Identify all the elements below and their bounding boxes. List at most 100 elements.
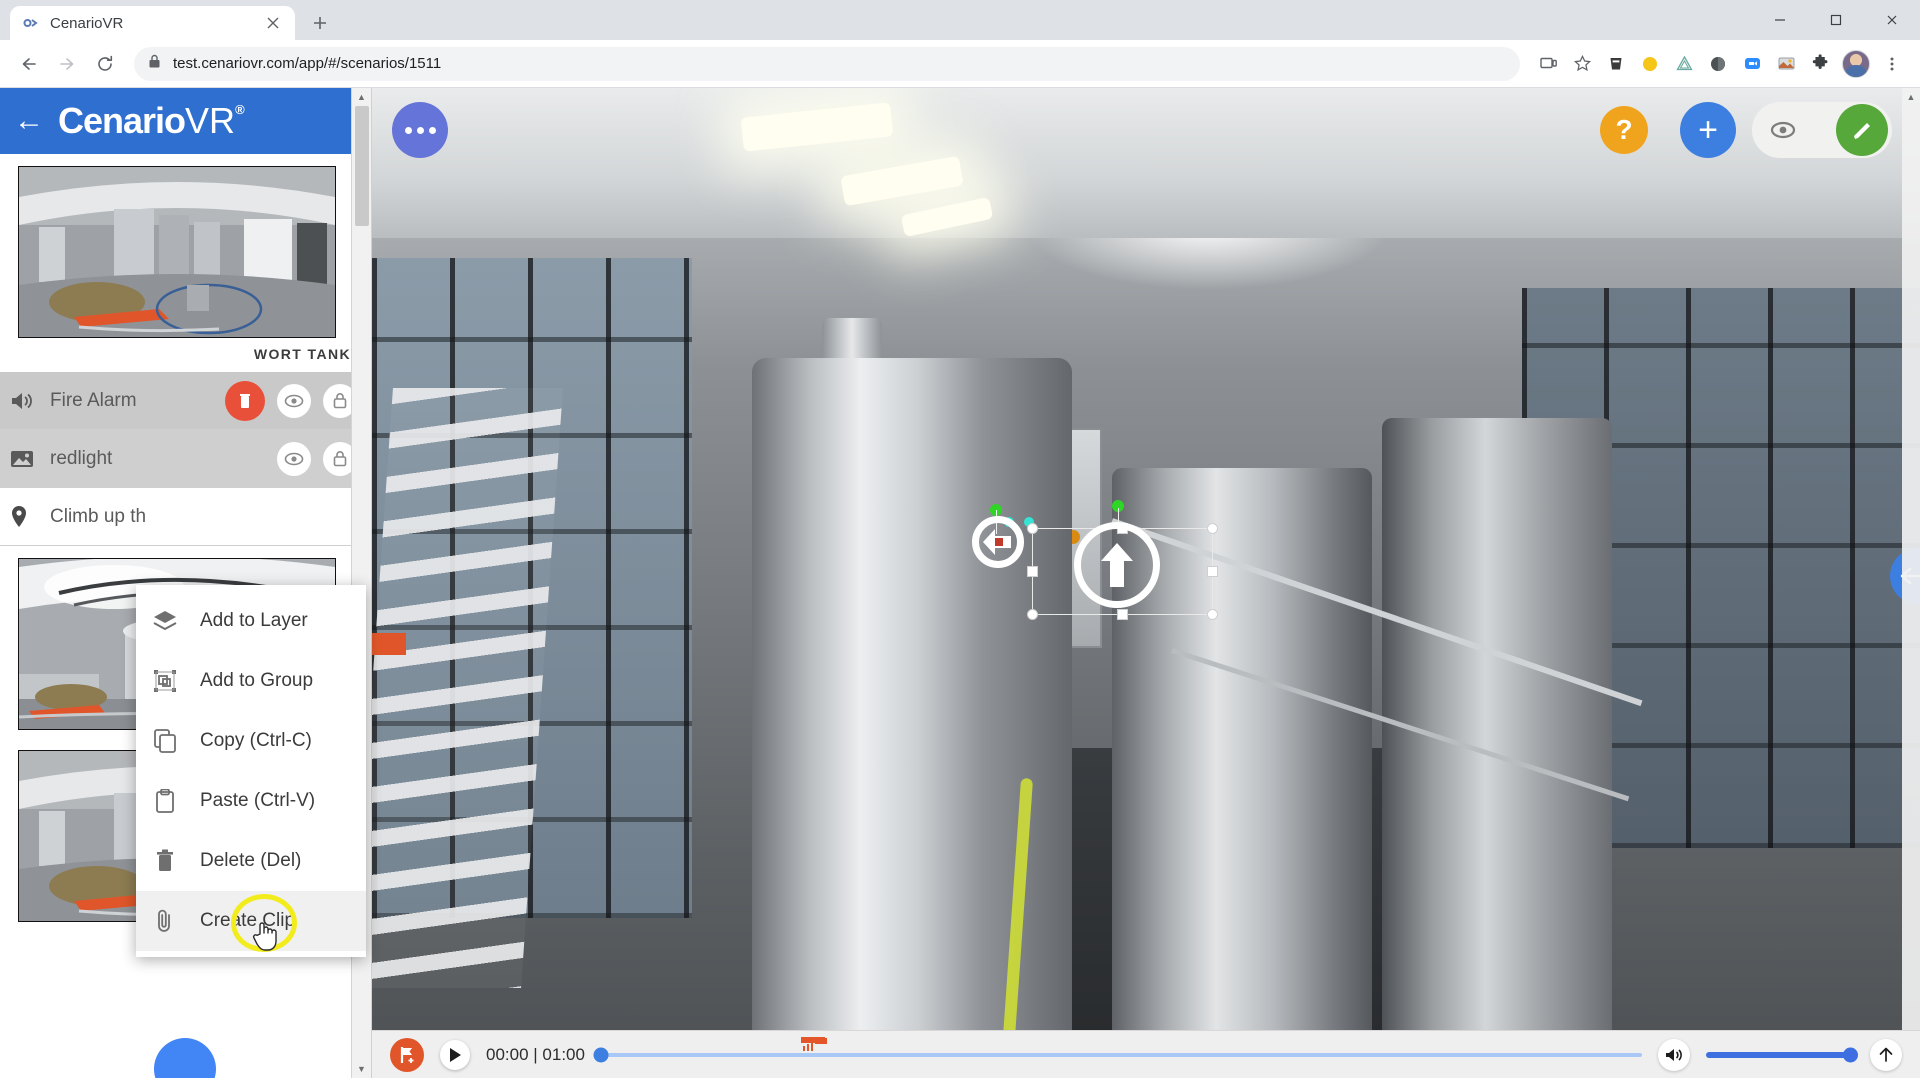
layer-row-redlight[interactable]: redlight bbox=[0, 430, 371, 488]
resize-handle-e[interactable] bbox=[1207, 566, 1218, 577]
tabstrip: CenarioVR bbox=[0, 6, 1752, 40]
volume-button[interactable] bbox=[1658, 1038, 1690, 1071]
cast-icon[interactable] bbox=[1532, 48, 1564, 80]
more-options-button[interactable] bbox=[392, 102, 448, 158]
bitwarden-icon[interactable] bbox=[1702, 48, 1734, 80]
browser-tab-title: CenarioVR bbox=[50, 14, 124, 32]
context-menu-label: Delete (Del) bbox=[200, 850, 302, 871]
photo-tank-main bbox=[752, 358, 1072, 1058]
layer-name-climb-up: Climb up th bbox=[50, 505, 147, 527]
context-menu-label: Add to Layer bbox=[200, 610, 308, 631]
context-menu-item-add-to-group[interactable]: Add to Group bbox=[136, 651, 366, 711]
new-tab-button[interactable] bbox=[303, 6, 337, 40]
more-dot bbox=[404, 126, 412, 134]
context-menu-item-delete[interactable]: Delete (Del) bbox=[136, 831, 366, 891]
window-maximize-icon[interactable] bbox=[1808, 0, 1864, 40]
brand-name-secondary: VR bbox=[185, 100, 236, 141]
context-menu-label: Copy (Ctrl-C) bbox=[200, 730, 312, 751]
extensions-puzzle-icon[interactable] bbox=[1804, 48, 1836, 80]
layer-row-actions-redlight bbox=[277, 441, 357, 476]
browser-titlebar: CenarioVR bbox=[0, 0, 1920, 40]
context-menu-label: Add to Group bbox=[200, 670, 314, 691]
location-pin-icon bbox=[10, 505, 36, 529]
tab-close-icon[interactable] bbox=[263, 13, 283, 33]
window-close-icon[interactable] bbox=[1864, 0, 1920, 40]
volume-slider-knob[interactable] bbox=[1843, 1047, 1858, 1062]
context-menu-item-add-to-layer[interactable]: Add to Layer bbox=[136, 591, 366, 651]
zoom-icon[interactable] bbox=[1736, 48, 1768, 80]
timeline-player-bar[interactable]: 00:00 | 01:00 bbox=[372, 1030, 1920, 1078]
paperclip-icon bbox=[152, 908, 178, 934]
volume-slider-track[interactable] bbox=[1706, 1047, 1858, 1062]
arrow-up-circle-icon[interactable] bbox=[1074, 522, 1160, 608]
browser-toolbar-icons bbox=[1532, 48, 1908, 80]
layer-visibility-eye-icon[interactable] bbox=[277, 383, 311, 418]
reload-icon[interactable] bbox=[88, 47, 122, 81]
resize-handle-se[interactable] bbox=[1207, 609, 1218, 620]
context-menu-item-copy[interactable]: Copy (Ctrl-C) bbox=[136, 711, 366, 771]
resize-handle-sw[interactable] bbox=[1027, 609, 1038, 620]
layer-row-climb-up[interactable]: Climb up th bbox=[0, 488, 371, 546]
expand-panel-button[interactable] bbox=[1870, 1038, 1902, 1071]
layer-row-fire-alarm[interactable]: Fire Alarm bbox=[0, 372, 371, 430]
clipboard-icon bbox=[152, 789, 178, 813]
profile-avatar[interactable] bbox=[1842, 49, 1870, 78]
more-dot bbox=[416, 126, 424, 134]
browser-tab[interactable]: CenarioVR bbox=[10, 6, 295, 40]
group-icon bbox=[152, 669, 178, 693]
time-display: 00:00 | 01:00 bbox=[486, 1044, 585, 1064]
stage-scroll-up-arrow[interactable]: ▲ bbox=[1907, 92, 1916, 102]
mouse-hand-cursor bbox=[252, 920, 278, 957]
lastpass-icon[interactable] bbox=[1600, 48, 1632, 80]
add-marker-flag-button[interactable] bbox=[390, 1037, 424, 1072]
omnibox-url-text: test.cenariovr.com/app/#/scenarios/1511 bbox=[173, 55, 442, 72]
arrow-left-circle-icon[interactable] bbox=[972, 516, 1024, 568]
preview-edit-toggle[interactable] bbox=[1752, 102, 1892, 158]
back-arrow-icon[interactable] bbox=[12, 47, 46, 81]
copy-icon bbox=[152, 729, 178, 753]
preview-mode-eye-icon[interactable] bbox=[1756, 121, 1810, 139]
lock-icon bbox=[148, 54, 161, 74]
browser-toolbar: test.cenariovr.com/app/#/scenarios/1511 bbox=[0, 40, 1920, 88]
timeline-progress-track[interactable] bbox=[593, 1036, 1642, 1062]
app-back-arrow-icon[interactable]: ← bbox=[14, 106, 44, 136]
layer-delete-button[interactable] bbox=[225, 380, 265, 421]
vr-scene-stage[interactable]: ? + ▲ ▼ bbox=[372, 88, 1920, 1078]
resize-handle-s[interactable] bbox=[1117, 609, 1128, 620]
context-menu-item-paste[interactable]: Paste (Ctrl-V) bbox=[136, 771, 366, 831]
resize-handle-nw[interactable] bbox=[1027, 523, 1038, 534]
cenariovr-favicon-icon bbox=[22, 14, 40, 32]
scroll-up-arrow-icon[interactable]: ▲ bbox=[357, 88, 366, 106]
help-button[interactable]: ? bbox=[1600, 106, 1648, 154]
grammarly-icon[interactable] bbox=[1668, 48, 1700, 80]
chrome-menu-icon[interactable] bbox=[1876, 48, 1908, 80]
layer-name-redlight: redlight bbox=[50, 447, 113, 469]
bookmark-star-icon[interactable] bbox=[1566, 48, 1598, 80]
layer-visibility-eye-icon[interactable] bbox=[277, 441, 311, 476]
scroll-down-arrow-icon[interactable]: ▼ bbox=[357, 1060, 366, 1078]
edit-mode-pencil-icon[interactable] bbox=[1836, 104, 1888, 156]
resize-handle-ne[interactable] bbox=[1207, 523, 1218, 534]
screenshot-icon[interactable] bbox=[1770, 48, 1802, 80]
omnibox[interactable]: test.cenariovr.com/app/#/scenarios/1511 bbox=[134, 46, 1520, 81]
layer-row-actions bbox=[225, 380, 357, 421]
window-controls bbox=[1752, 0, 1920, 40]
add-object-button[interactable]: + bbox=[1680, 102, 1736, 158]
brand-registered-mark: ® bbox=[235, 102, 245, 117]
scene-thumbnail-wort-tank[interactable] bbox=[18, 166, 336, 338]
window-minimize-icon[interactable] bbox=[1752, 0, 1808, 40]
honey-icon[interactable] bbox=[1634, 48, 1666, 80]
image-icon bbox=[10, 449, 36, 469]
sidebar-scroll-thumb[interactable] bbox=[355, 106, 369, 226]
app-logo[interactable]: Cenario VR ® bbox=[58, 100, 245, 142]
timeline-progress-knob[interactable] bbox=[593, 1047, 609, 1062]
scene-card-wort-tank[interactable]: WORT TANK bbox=[0, 154, 371, 372]
play-button[interactable] bbox=[440, 1039, 470, 1070]
forward-arrow-icon[interactable] bbox=[50, 47, 84, 81]
stage-scrollbar[interactable]: ▲ ▼ bbox=[1902, 88, 1920, 1078]
resize-handle-w[interactable] bbox=[1027, 566, 1038, 577]
brand-name-primary: Cenario bbox=[58, 100, 186, 141]
speaker-icon bbox=[10, 390, 36, 412]
context-menu-label: Paste (Ctrl-V) bbox=[200, 790, 316, 811]
trash-icon bbox=[152, 849, 178, 873]
